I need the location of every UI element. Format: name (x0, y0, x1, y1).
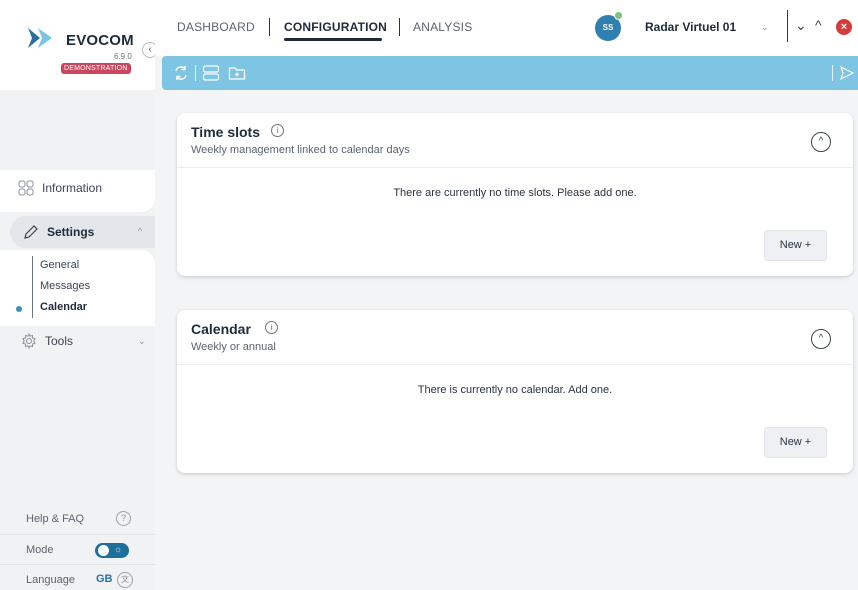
chevron-up-icon[interactable]: ^ (138, 226, 142, 236)
card-header: Time slots i Weekly management linked to… (177, 113, 853, 168)
demo-badge: DEMONSTRATION (61, 63, 131, 74)
online-status-icon (614, 11, 623, 20)
pencil-icon (24, 225, 38, 239)
evocom-logo-icon (28, 28, 52, 48)
brand-name: EVOCOM (66, 32, 134, 49)
tab-configuration[interactable]: CONFIGURATION (284, 20, 387, 34)
submenu-line (32, 256, 33, 318)
sidebar-item-label: Information (42, 181, 103, 195)
sidebar-item-tools[interactable]: Tools (21, 333, 73, 349)
logo-block: EVOCOM 6.9.0 DEMONSTRATION (0, 0, 155, 90)
tab-analysis[interactable]: ANALYSIS (413, 20, 472, 34)
new-calendar-button[interactable]: New + (764, 427, 827, 458)
card-title: Time slots (191, 124, 260, 140)
tab-divider (269, 18, 270, 36)
mode-label: Mode (26, 543, 54, 556)
grid-icon (18, 180, 34, 196)
sidebar-item-settings[interactable]: Settings (23, 224, 94, 240)
submenu-item-general[interactable]: General (40, 259, 79, 271)
empty-state-text: There are currently no time slots. Pleas… (393, 187, 637, 199)
translate-icon[interactable]: 文 (117, 572, 133, 588)
sidebar-item-information[interactable]: Information (18, 180, 102, 196)
close-icon[interactable]: × (836, 19, 852, 35)
tab-divider (399, 18, 400, 36)
info-icon[interactable]: i (271, 124, 284, 137)
toolbar-divider (195, 65, 196, 81)
language-label: Language (26, 573, 75, 586)
collapse-card-button[interactable]: ^ (811, 329, 831, 349)
chevron-down-icon[interactable]: ⌄ (138, 336, 146, 347)
gear-icon (22, 333, 36, 349)
tab-dashboard[interactable]: DASHBOARD (177, 20, 255, 34)
window-controls-divider (787, 10, 788, 42)
maximize-icon[interactable]: ^ (815, 17, 822, 33)
sidebar: EVOCOM 6.9.0 DEMONSTRATION ‹ Information… (0, 0, 158, 590)
empty-state-text: There is currently no calendar. Add one. (417, 384, 613, 396)
chevron-up-icon: ^ (818, 136, 824, 147)
sun-icon: ☼ (114, 544, 123, 554)
toggle-knob (98, 545, 109, 556)
chevron-down-icon[interactable]: ⌄ (761, 22, 769, 33)
refresh-icon[interactable] (172, 64, 190, 82)
info-icon[interactable]: i (265, 321, 278, 334)
new-time-slot-button[interactable]: New + (764, 230, 827, 261)
toolbar-divider (832, 65, 833, 81)
card-title: Calendar (191, 321, 251, 337)
active-tab-underline (284, 38, 382, 41)
time-slots-card: Time slots i Weekly management linked to… (177, 113, 853, 276)
submenu-item-messages[interactable]: Messages (40, 280, 90, 292)
card-subtitle: Weekly management linked to calendar day… (191, 144, 410, 156)
mode-row: Mode ☼ (0, 534, 155, 564)
list-icon[interactable] (202, 64, 220, 82)
top-bar: DASHBOARD CONFIGURATION ANALYSIS SS Rada… (155, 0, 858, 56)
action-toolbar (162, 56, 858, 90)
send-icon[interactable] (838, 64, 856, 82)
submenu-item-calendar[interactable]: Calendar (40, 301, 87, 313)
minimize-icon[interactable]: ⌄ (795, 17, 807, 34)
help-faq-row[interactable]: Help & FAQ ? (0, 504, 155, 534)
app-version: 6.9.0 (114, 52, 132, 61)
add-folder-icon[interactable] (228, 64, 246, 82)
chevron-left-icon: ‹ (148, 44, 152, 55)
mode-toggle[interactable]: ☼ (95, 543, 129, 558)
sidebar-item-label: Settings (47, 225, 95, 239)
language-row: Language GB 文 (0, 564, 155, 590)
collapse-card-button[interactable]: ^ (811, 132, 831, 152)
active-indicator (16, 306, 22, 312)
help-icon[interactable]: ? (116, 511, 131, 526)
card-subtitle: Weekly or annual (191, 341, 276, 353)
chevron-up-icon: ^ (818, 333, 824, 344)
help-label: Help & FAQ (26, 513, 85, 525)
card-header: Calendar i Weekly or annual ^ (177, 310, 853, 365)
language-code[interactable]: GB (96, 573, 113, 585)
radar-selector[interactable]: Radar Virtuel 01 (645, 20, 736, 34)
sidebar-item-label: Tools (45, 334, 74, 348)
calendar-card: Calendar i Weekly or annual ^ There is c… (177, 310, 853, 473)
